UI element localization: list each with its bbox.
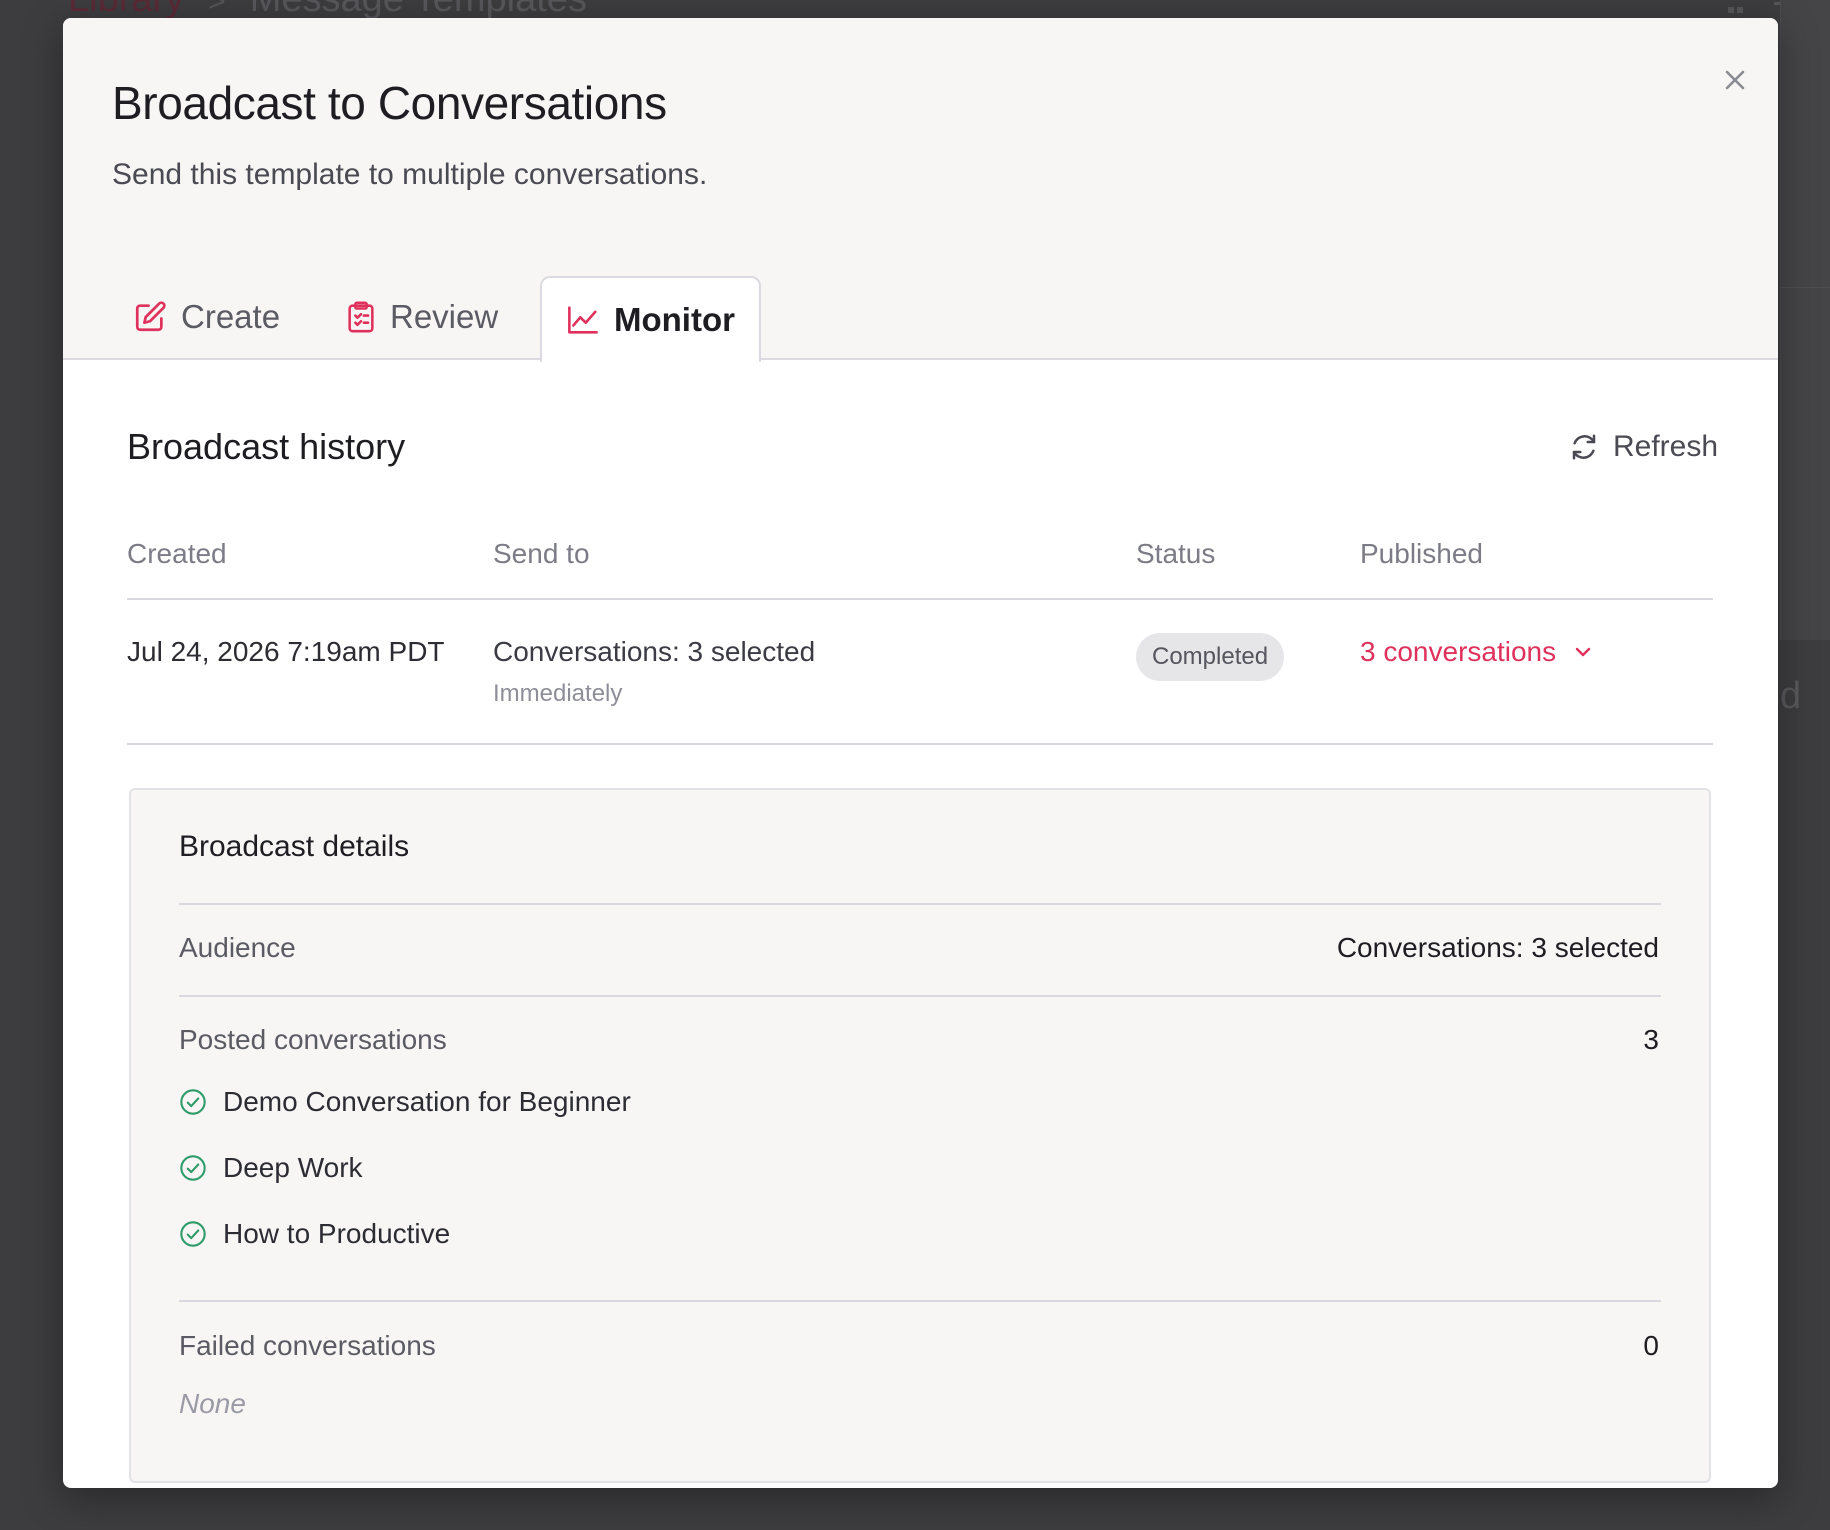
check-circle-icon bbox=[180, 1155, 206, 1181]
failed-label: Failed conversations bbox=[179, 1330, 436, 1361]
created-cell: Jul 24, 2026 7:19am PDT bbox=[127, 636, 445, 667]
edit-icon bbox=[135, 301, 166, 332]
posted-label: Posted conversations bbox=[179, 1024, 447, 1055]
posted-conversation-item: How to Productive bbox=[179, 1218, 450, 1250]
breadcrumb-root: Library bbox=[68, 0, 184, 20]
tab-review-label: Review bbox=[390, 298, 499, 335]
check-circle-icon bbox=[180, 1221, 206, 1247]
conversation-name: Deep Work bbox=[223, 1152, 363, 1183]
close-icon bbox=[1725, 70, 1745, 90]
published-toggle[interactable]: 3 conversations bbox=[1360, 636, 1592, 668]
column-header-status: Status bbox=[1136, 538, 1216, 569]
background-partial-text: d bbox=[1780, 675, 1802, 717]
background-side-panel bbox=[1780, 0, 1830, 640]
details-divider bbox=[179, 903, 1661, 905]
refresh-label: Refresh bbox=[1613, 430, 1719, 463]
tab-monitor-label: Monitor bbox=[614, 301, 735, 338]
tab-review[interactable]: Review bbox=[346, 276, 498, 358]
send-to-cell: Conversations: 3 selected bbox=[493, 636, 816, 667]
refresh-button[interactable]: Refresh bbox=[1569, 430, 1718, 464]
broadcast-modal: Broadcast to Conversations Send this tem… bbox=[63, 18, 1778, 1488]
broadcast-details-panel: Broadcast details Audience Conversations… bbox=[129, 788, 1711, 1483]
failed-none-text: None bbox=[179, 1388, 246, 1419]
conversation-name: How to Productive bbox=[223, 1218, 451, 1249]
breadcrumb-separator: > bbox=[208, 0, 226, 18]
modal-title: Broadcast to Conversations bbox=[112, 77, 667, 129]
conversation-name: Demo Conversation for Beginner bbox=[223, 1086, 631, 1117]
check-circle-icon bbox=[180, 1089, 206, 1115]
tab-create-label: Create bbox=[181, 298, 281, 335]
tab-create[interactable]: Create bbox=[133, 276, 280, 358]
refresh-icon bbox=[1572, 434, 1596, 460]
column-header-send-to: Send to bbox=[493, 538, 590, 569]
column-header-created: Created bbox=[127, 538, 227, 569]
failed-count: 0 bbox=[1643, 1330, 1659, 1361]
background-divider bbox=[1780, 287, 1830, 288]
status-badge: Completed bbox=[1136, 633, 1285, 681]
chevron-down-icon bbox=[1575, 647, 1591, 657]
tab-monitor[interactable]: Monitor bbox=[540, 276, 761, 362]
audience-label: Audience bbox=[179, 932, 296, 963]
send-timing: Immediately bbox=[493, 680, 623, 707]
table-row: Jul 24, 2026 7:19am PDT Conversations: 3… bbox=[127, 600, 1713, 745]
details-divider bbox=[179, 1300, 1661, 1302]
details-title: Broadcast details bbox=[179, 830, 410, 863]
published-label: 3 conversations bbox=[1360, 636, 1557, 667]
history-title: Broadcast history bbox=[127, 426, 406, 467]
modal-subtitle: Send this template to multiple conversat… bbox=[112, 158, 708, 191]
details-divider bbox=[179, 995, 1661, 997]
breadcrumb-current: Message Templates bbox=[250, 0, 587, 20]
audience-value: Conversations: 3 selected bbox=[1336, 932, 1659, 963]
modal-header: Broadcast to Conversations Send this tem… bbox=[63, 18, 1778, 362]
chart-line-icon bbox=[568, 306, 598, 334]
grid-icon bbox=[1728, 0, 1754, 31]
posted-conversation-item: Deep Work bbox=[179, 1152, 363, 1184]
posted-count: 3 bbox=[1643, 1024, 1659, 1055]
close-button[interactable] bbox=[1713, 58, 1757, 102]
posted-conversation-item: Demo Conversation for Beginner bbox=[179, 1086, 631, 1118]
column-header-published: Published bbox=[1360, 538, 1483, 569]
clipboard-icon bbox=[348, 301, 374, 333]
